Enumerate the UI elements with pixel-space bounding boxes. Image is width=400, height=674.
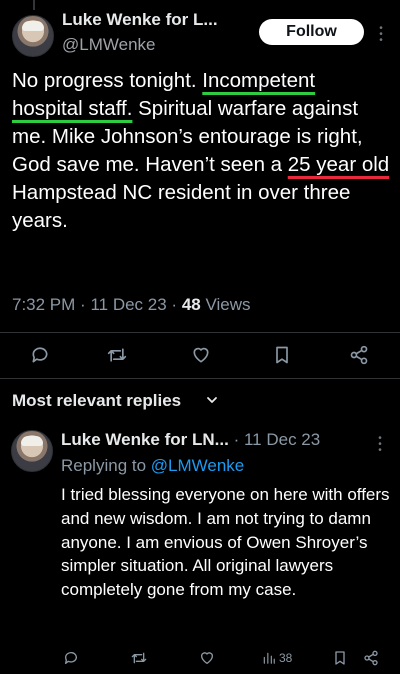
author-name[interactable]: Luke Wenke for L... [62, 10, 218, 30]
divider [0, 378, 400, 379]
like-icon [201, 652, 213, 664]
share-icon [364, 650, 378, 666]
reply-share-button[interactable] [362, 649, 380, 667]
reply-more-options-icon[interactable]: • • • [377, 434, 383, 456]
views-count: 48 [181, 295, 201, 314]
share-button[interactable] [347, 343, 371, 367]
tweet-text-segment: No progress tonight. [12, 69, 203, 92]
reply-retweet-button[interactable] [129, 649, 149, 667]
chevron-down-icon[interactable] [206, 394, 218, 406]
tweet-text-segment: Hampstead NC resident in over three year… [12, 181, 351, 232]
reply-views-count: 38 [279, 651, 293, 665]
reply-date[interactable]: 11 Dec 23 [244, 430, 320, 449]
author-avatar[interactable] [12, 15, 54, 57]
author-handle[interactable]: @LMWenke [62, 35, 155, 55]
analytics-icon [263, 652, 275, 664]
meta-separator: · [80, 295, 86, 314]
replies-sort-label[interactable]: Most relevant replies [12, 391, 181, 411]
reply-separator: · [233, 430, 240, 449]
highlight-red-underline: 25 year old [287, 153, 390, 176]
tweet-time[interactable]: 7:32 PM [12, 295, 75, 314]
reply-text: I tried blessing everyone on here with o… [61, 485, 390, 600]
reply-author-avatar[interactable] [11, 430, 53, 472]
meta-separator: · [171, 295, 178, 314]
reply-header: Luke Wenke for LN... · 11 Dec 23 [61, 430, 320, 450]
reply-icon [64, 652, 77, 664]
tweet-meta: 7:32 PM · 11 Dec 23 · 48 Views [12, 295, 251, 315]
reply-icon [32, 347, 48, 363]
views-label: Views [205, 295, 251, 314]
reply-bookmark-button[interactable] [331, 649, 349, 667]
tweet-text: No progress tonight. Incompetent hospita… [12, 67, 390, 235]
reply-like-button[interactable] [198, 649, 216, 667]
bookmark-icon [335, 651, 345, 665]
thread-connector [33, 0, 35, 10]
like-icon [193, 347, 209, 363]
replying-to: Replying to @LMWenke [61, 456, 244, 476]
tweet-date[interactable]: 11 Dec 23 [90, 295, 166, 314]
retweet-button[interactable] [104, 343, 130, 367]
retweet-icon [107, 348, 127, 362]
retweet-icon [131, 652, 147, 664]
more-options-icon[interactable]: • • • [378, 24, 384, 46]
replying-to-prefix: Replying to [61, 456, 151, 475]
reply-author-name[interactable]: Luke Wenke for LN... [61, 430, 229, 449]
reply-reply-button[interactable] [62, 649, 80, 667]
replying-to-mention[interactable]: @LMWenke [151, 456, 244, 475]
bookmark-icon [276, 346, 288, 364]
bookmark-button[interactable] [270, 343, 294, 367]
reply-button[interactable] [28, 343, 52, 367]
divider [0, 332, 400, 333]
reply-views-button[interactable]: 38 [262, 649, 292, 667]
share-icon [350, 345, 368, 365]
follow-button[interactable]: Follow [259, 19, 364, 45]
like-button[interactable] [189, 343, 213, 367]
